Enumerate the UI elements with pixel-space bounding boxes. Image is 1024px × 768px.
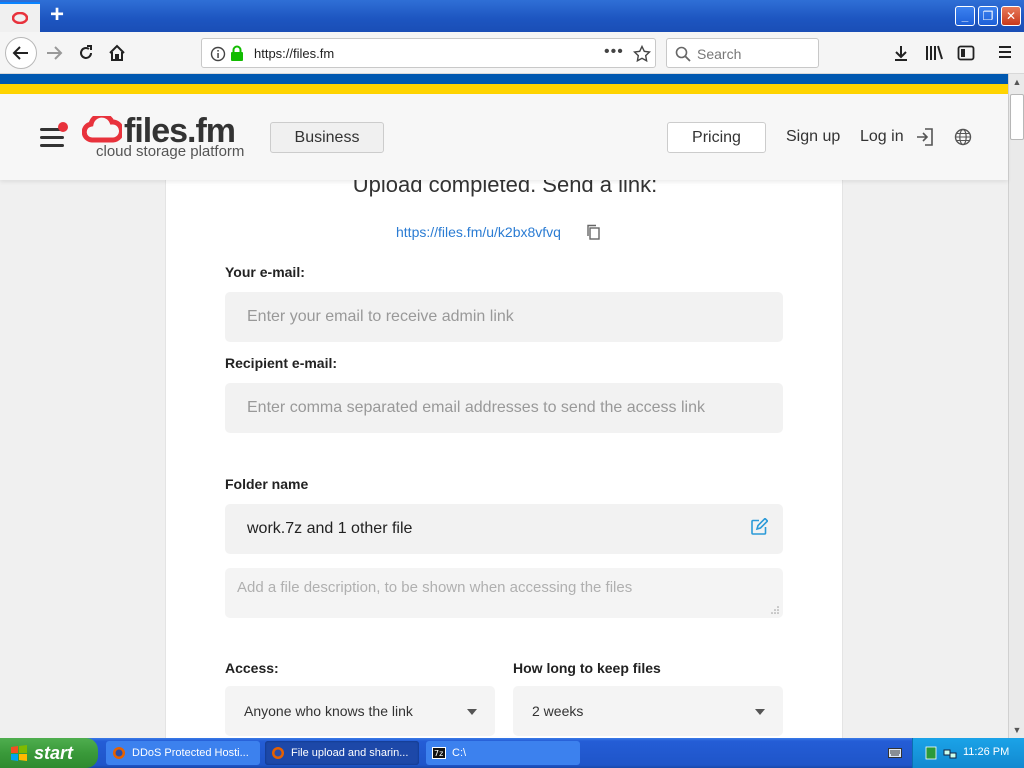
home-button[interactable] xyxy=(103,39,131,67)
close-window-button[interactable]: ✕ xyxy=(1001,6,1021,26)
firefox-icon xyxy=(113,747,125,759)
site-header: files.fm cloud storage platform Business… xyxy=(0,94,1008,180)
pricing-button[interactable]: Pricing xyxy=(667,122,766,153)
log-in-link[interactable]: Log in xyxy=(860,128,904,146)
taskbar-item-label: File upload and sharin... xyxy=(291,747,409,759)
taskbar-item-files-fm[interactable]: File upload and sharin... xyxy=(265,741,419,765)
arrow-right-icon xyxy=(47,46,63,60)
system-tray: 11:26 PM xyxy=(912,738,1024,768)
hamburger-menu-button[interactable] xyxy=(40,122,68,148)
browser-tab-active[interactable] xyxy=(0,2,40,32)
logo-tagline: cloud storage platform xyxy=(96,143,245,160)
copy-icon[interactable] xyxy=(586,224,600,240)
login-icon[interactable] xyxy=(915,127,935,147)
access-label: Access: xyxy=(225,660,279,676)
address-bar[interactable]: https://files.fm ••• xyxy=(201,38,656,68)
keep-files-select-value: 2 weeks xyxy=(532,703,584,719)
folder-name-field[interactable]: work.7z and 1 other file xyxy=(225,504,783,554)
notification-dot xyxy=(58,122,68,132)
back-button[interactable] xyxy=(5,37,37,69)
keep-files-select[interactable]: 2 weeks xyxy=(513,686,783,736)
start-button[interactable]: start xyxy=(0,738,98,768)
your-email-field[interactable]: Enter your email to receive admin link xyxy=(225,292,783,342)
reload-button[interactable] xyxy=(72,39,100,67)
clock: 11:26 PM xyxy=(963,746,1010,758)
sidebar-icon[interactable] xyxy=(957,44,975,62)
info-icon xyxy=(210,46,226,62)
lock-icon xyxy=(231,45,243,61)
forward-button[interactable] xyxy=(40,39,68,67)
flag-stripe-blue xyxy=(0,74,1008,84)
taskbar-item-7zip[interactable]: 7z C:\ xyxy=(426,741,580,765)
resize-grip-icon[interactable] xyxy=(769,604,779,614)
restore-window-button[interactable]: ❐ xyxy=(978,6,998,26)
files-fm-favicon-icon xyxy=(12,12,28,24)
file-description-field[interactable]: Add a file description, to be shown when… xyxy=(225,568,783,618)
sign-up-link[interactable]: Sign up xyxy=(786,128,840,146)
taskbar-item-label: DDoS Protected Hosti... xyxy=(132,747,249,759)
share-link[interactable]: https://files.fm/u/k2bx8vfvq xyxy=(396,224,561,240)
windows-logo-icon xyxy=(11,745,27,761)
start-label: start xyxy=(34,743,74,763)
keyboard-icon[interactable] xyxy=(888,747,902,759)
browser-toolbar: https://files.fm ••• Search xyxy=(0,32,1024,74)
upload-card: Upload completed. Send a link: https://f… xyxy=(165,94,843,738)
page-actions-icon[interactable]: ••• xyxy=(604,43,624,61)
7zip-icon: 7z xyxy=(432,747,446,759)
minimize-window-button[interactable]: _ xyxy=(955,6,975,26)
search-field[interactable]: Search xyxy=(666,38,819,68)
business-button[interactable]: Business xyxy=(270,122,384,153)
access-select-value: Anyone who knows the link xyxy=(244,703,413,719)
taskbar-item-ddos[interactable]: DDoS Protected Hosti... xyxy=(106,741,260,765)
download-icon[interactable] xyxy=(892,44,910,62)
search-placeholder: Search xyxy=(697,46,742,62)
recipient-email-field[interactable]: Enter comma separated email addresses to… xyxy=(225,383,783,433)
home-icon xyxy=(109,44,125,61)
flag-stripe-yellow xyxy=(0,84,1008,94)
scrollbar-thumb[interactable] xyxy=(1010,94,1024,140)
library-icon[interactable] xyxy=(925,44,943,62)
recipient-email-label: Recipient e-mail: xyxy=(225,355,338,371)
menu-icon[interactable] xyxy=(997,44,1013,60)
firefox-icon xyxy=(272,747,284,759)
file-description-placeholder: Add a file description, to be shown when… xyxy=(237,579,633,596)
svg-text:7z: 7z xyxy=(434,749,443,758)
new-tab-button[interactable]: + xyxy=(44,3,70,28)
bookmark-star-icon[interactable] xyxy=(633,45,651,63)
search-icon xyxy=(675,46,691,62)
network-icon[interactable] xyxy=(943,746,957,760)
arrow-left-icon xyxy=(12,46,28,60)
tray-app-icon[interactable] xyxy=(925,746,937,760)
files-fm-logo[interactable]: files.fm cloud storage platform xyxy=(82,112,257,162)
logo-cloud-icon xyxy=(82,116,122,143)
globe-icon[interactable] xyxy=(954,128,972,146)
scroll-up-icon[interactable]: ▲ xyxy=(1010,74,1024,90)
chevron-down-icon xyxy=(467,709,477,715)
access-select[interactable]: Anyone who knows the link xyxy=(225,686,495,736)
page-content: Upload completed. Send a link: https://f… xyxy=(0,94,1008,738)
browser-tab-strip: + _ ❐ ✕ xyxy=(0,0,1024,32)
your-email-label: Your e-mail: xyxy=(225,264,305,280)
reload-icon xyxy=(80,45,92,59)
scroll-down-icon[interactable]: ▼ xyxy=(1010,722,1024,738)
keep-files-label: How long to keep files xyxy=(513,660,661,676)
taskbar-item-label: C:\ xyxy=(452,747,467,759)
url-text: https://files.fm xyxy=(254,46,335,61)
page-scrollbar[interactable]: ▲ ▼ xyxy=(1008,74,1024,738)
chevron-down-icon xyxy=(755,709,765,715)
edit-icon[interactable] xyxy=(750,518,768,536)
windows-taskbar: start DDoS Protected Hosti... File uploa… xyxy=(0,738,1024,768)
folder-name-label: Folder name xyxy=(225,476,309,492)
